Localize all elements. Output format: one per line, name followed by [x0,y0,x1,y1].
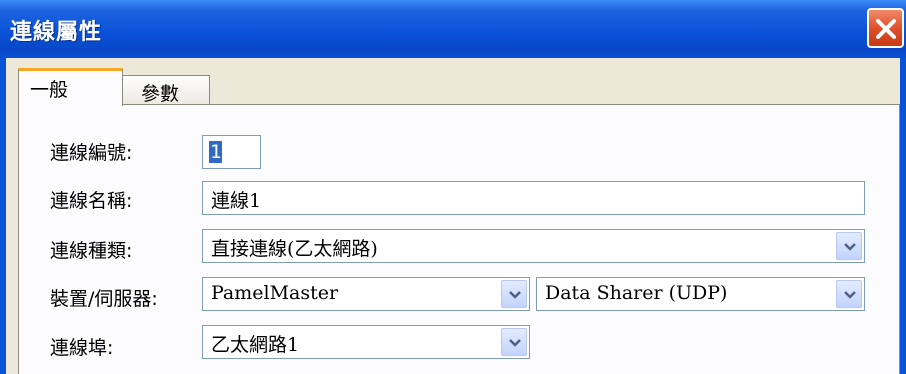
conn-name-label: 連線名稱: [50,190,133,212]
conn-id-value: 1 [209,141,223,163]
device-server-label: 裝置/伺服器: [50,288,158,310]
conn-type-dropdown-button[interactable] [836,232,862,260]
device-select[interactable]: PamelMaster [202,277,530,311]
connection-properties-dialog: 連線屬性 一般 參數 連線編號: 1 連線名稱: 連線1 連線種類: 直接連線(… [0,0,906,374]
window-frame-left [0,58,6,374]
device-value: PamelMaster [211,282,339,304]
close-icon [876,19,896,39]
conn-type-select[interactable]: 直接連線(乙太網路) [202,229,865,263]
window-frame-right [900,58,906,374]
tab-parameters[interactable]: 參數 [122,75,210,105]
conn-port-dropdown-button[interactable] [501,328,527,356]
server-value: Data Sharer (UDP) [545,282,728,304]
chevron-down-icon [509,291,521,299]
conn-port-select[interactable]: 乙太網路1 [202,325,530,359]
chevron-down-icon [844,243,856,251]
conn-name-input[interactable]: 連線1 [202,181,865,215]
title-bar[interactable]: 連線屬性 [0,0,906,58]
server-select[interactable]: Data Sharer (UDP) [536,277,865,311]
close-button[interactable] [867,8,904,48]
conn-id-input[interactable]: 1 [202,135,261,169]
conn-port-value: 乙太網路1 [211,334,300,356]
conn-name-value: 連線1 [211,190,262,212]
conn-type-label: 連線種類: [50,240,133,262]
window-title: 連線屬性 [10,20,103,45]
conn-type-value: 直接連線(乙太網路) [211,238,378,260]
conn-id-label: 連線編號: [50,142,133,164]
conn-port-label: 連線埠: [50,337,114,359]
chevron-down-icon [844,291,856,299]
device-dropdown-button[interactable] [501,280,527,308]
tab-general-label: 一般 [30,79,69,101]
tab-general[interactable]: 一般 [18,68,123,106]
chevron-down-icon [509,339,521,347]
tab-parameters-label: 參數 [141,83,180,105]
server-dropdown-button[interactable] [836,280,862,308]
